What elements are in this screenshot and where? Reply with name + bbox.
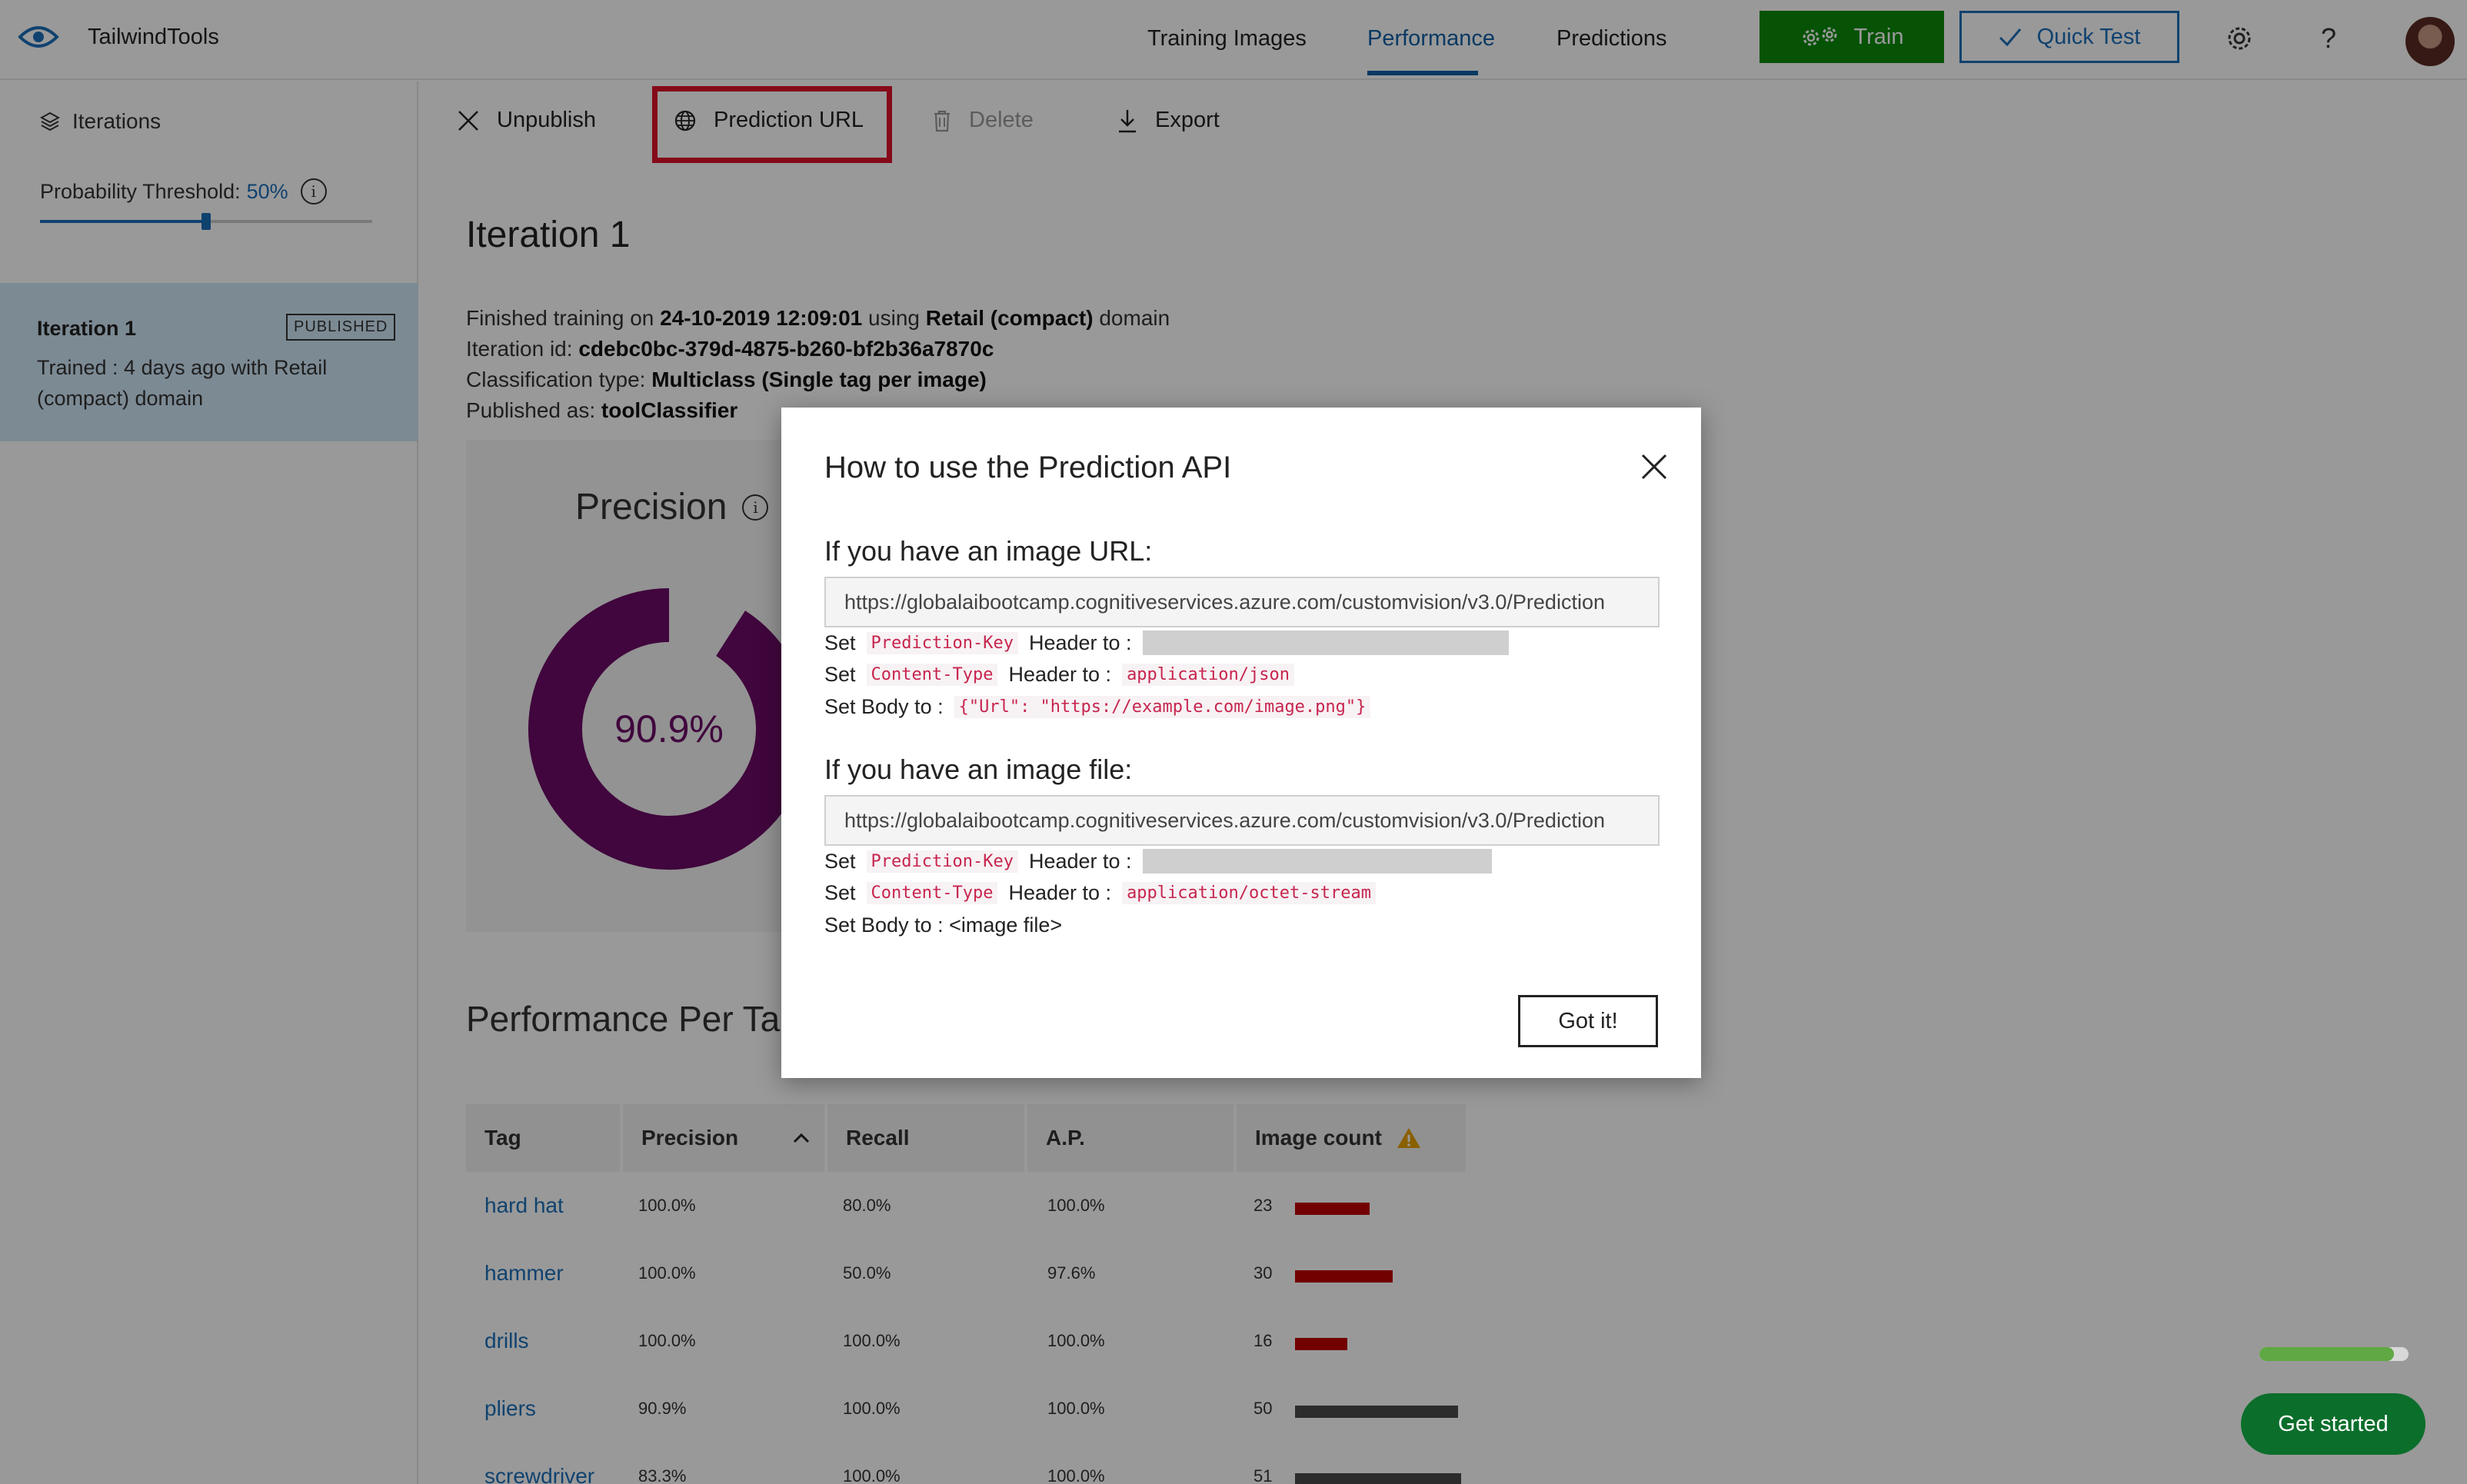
dialog-title: How to use the Prediction API <box>824 451 1232 484</box>
image-url-endpoint-field[interactable]: https://globalaibootcamp.cognitiveservic… <box>824 577 1660 627</box>
url-content-type-line: Set Content-Type Header to : application… <box>824 663 1294 687</box>
content-type-value: application/octet-stream <box>1122 882 1376 904</box>
header-to-label: Header to : <box>1008 881 1112 904</box>
image-file-heading: If you have an image file: <box>824 754 1133 785</box>
set-word: Set <box>824 663 856 686</box>
prediction-key-code: Prediction-Key <box>866 631 1018 654</box>
image-file-endpoint-field[interactable]: https://globalaibootcamp.cognitiveservic… <box>824 795 1660 846</box>
file-content-type-line: Set Content-Type Header to : application… <box>824 881 1376 905</box>
image-url-heading: If you have an image URL: <box>824 535 1153 567</box>
header-to-label: Header to : <box>1028 849 1132 873</box>
file-prediction-key-line: Set Prediction-Key Header to : <box>824 849 1492 873</box>
url-prediction-key-line: Set Prediction-Key Header to : <box>824 631 1509 655</box>
onboarding-progress-bar <box>2259 1347 2409 1361</box>
prediction-api-dialog: How to use the Prediction API If you hav… <box>781 408 1701 1078</box>
close-icon[interactable] <box>1635 448 1673 486</box>
redacted-key <box>1142 849 1492 873</box>
set-word: Set <box>824 631 856 654</box>
set-word: Set <box>824 881 856 904</box>
set-word: Set <box>824 849 856 873</box>
body-label: Set Body to : <image file> <box>824 913 1063 937</box>
header-to-label: Header to : <box>1028 631 1132 654</box>
content-type-code: Content-Type <box>866 664 998 686</box>
got-it-button[interactable]: Got it! <box>1518 995 1658 1047</box>
content-type-value: application/json <box>1122 664 1294 686</box>
get-started-button[interactable]: Get started <box>2241 1393 2425 1455</box>
prediction-key-code: Prediction-Key <box>866 850 1018 873</box>
file-body-line: Set Body to : <image file> <box>824 913 1062 937</box>
header-to-label: Header to : <box>1008 663 1112 686</box>
body-label: Set Body to : <box>824 695 944 718</box>
body-value-code: {"Url": "https://example.com/image.png"} <box>954 696 1371 718</box>
url-body-line: Set Body to : {"Url": "https://example.c… <box>824 695 1371 719</box>
onboarding-progress-fill <box>2259 1347 2394 1361</box>
content-type-code: Content-Type <box>866 882 998 904</box>
redacted-key <box>1142 631 1509 655</box>
